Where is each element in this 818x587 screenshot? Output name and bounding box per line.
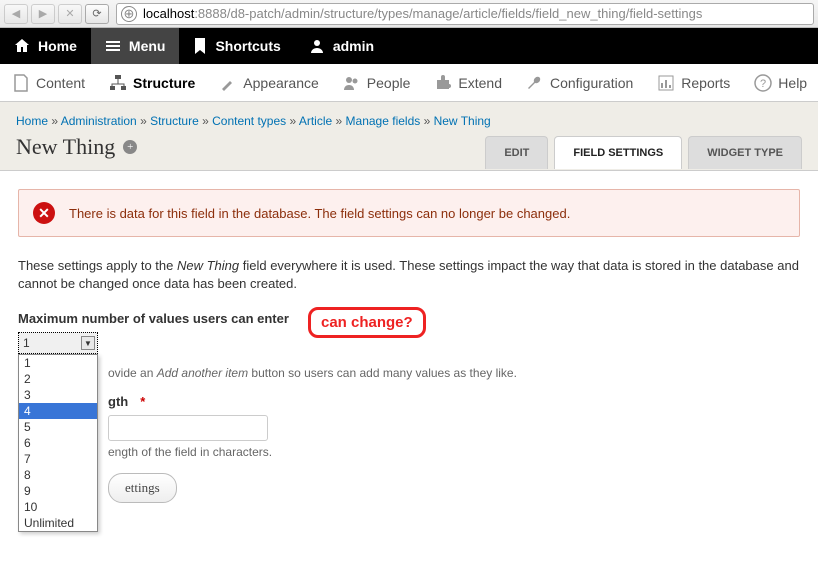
toolbar-user[interactable]: admin — [295, 28, 388, 64]
wrench-icon — [526, 74, 544, 92]
dropdown-option[interactable]: 1 — [19, 355, 97, 371]
error-icon: ✕ — [33, 202, 55, 224]
dropdown-option[interactable]: 6 — [19, 435, 97, 451]
content: ✕ There is data for this field in the da… — [0, 171, 818, 521]
nav-forward-button[interactable]: ▶ — [31, 4, 55, 24]
dropdown-option[interactable]: 8 — [19, 467, 97, 483]
menu-configuration[interactable]: Configuration — [514, 64, 645, 101]
breadcrumb-link[interactable]: New Thing — [434, 114, 491, 128]
toolbar: Home Menu Shortcuts admin — [0, 28, 818, 64]
menu-appearance[interactable]: Appearance — [207, 64, 331, 101]
breadcrumb-link[interactable]: Article — [299, 114, 332, 128]
chevron-down-icon: ▼ — [81, 336, 95, 350]
toolbar-menu[interactable]: Menu — [91, 28, 180, 64]
cardinality-value: 1 — [23, 336, 30, 350]
cardinality-dropdown: 1 2 3 4 5 6 7 8 9 10 Unlimited — [18, 354, 98, 532]
menu-structure[interactable]: Structure — [97, 64, 207, 101]
maxlength-label: gth * — [108, 394, 800, 409]
admin-menu: Content Structure Appearance People Exte… — [0, 64, 818, 102]
error-message: ✕ There is data for this field in the da… — [18, 189, 800, 237]
required-marker: * — [140, 394, 145, 409]
people-icon — [343, 74, 361, 92]
maxlength-input[interactable] — [108, 415, 268, 441]
breadcrumb-link[interactable]: Structure — [150, 114, 199, 128]
cardinality-label: Maximum number of values users can enter… — [18, 311, 800, 326]
dropdown-option[interactable]: 10 — [19, 499, 97, 515]
toolbar-menu-label: Menu — [129, 38, 166, 54]
menu-extend[interactable]: Extend — [422, 64, 514, 101]
url-host: localhost — [143, 6, 194, 21]
menu-content[interactable]: Content — [0, 64, 97, 101]
browser-chrome: ◀ ▶ ✕ ⟳ ⊕ localhost:8888/d8-patch/admin/… — [0, 0, 818, 28]
tabs: EDIT FIELD SETTINGS WIDGET TYPE — [485, 136, 802, 169]
breadcrumb-link[interactable]: Manage fields — [346, 114, 421, 128]
add-shortcut-icon[interactable]: + — [123, 140, 137, 154]
save-settings-button[interactable]: ettings — [108, 473, 177, 503]
url-port: :8888 — [194, 6, 227, 21]
dropdown-option[interactable]: 9 — [19, 483, 97, 499]
nav-stop-button[interactable]: ✕ — [58, 4, 82, 24]
cardinality-select[interactable]: 1 ▼ — [18, 332, 98, 354]
content-icon — [12, 74, 30, 92]
menu-help[interactable]: ?Help — [742, 64, 818, 101]
dropdown-option[interactable]: 7 — [19, 451, 97, 467]
page-title: New Thing + — [16, 134, 137, 170]
maxlength-help: ength of the field in characters. — [108, 445, 800, 459]
error-text: There is data for this field in the data… — [69, 206, 570, 221]
structure-icon — [109, 74, 127, 92]
toolbar-user-label: admin — [333, 38, 374, 54]
breadcrumb: Home » Administration » Structure » Cont… — [16, 114, 802, 128]
extend-icon — [434, 74, 452, 92]
header-region: Home » Administration » Structure » Cont… — [0, 102, 818, 171]
url-path: /d8-patch/admin/structure/types/manage/a… — [227, 6, 702, 21]
toolbar-home[interactable]: Home — [0, 28, 91, 64]
appearance-icon — [219, 74, 237, 92]
nav-back-button[interactable]: ◀ — [4, 4, 28, 24]
nav-reload-button[interactable]: ⟳ — [85, 4, 109, 24]
reports-icon — [657, 74, 675, 92]
dropdown-option[interactable]: 5 — [19, 419, 97, 435]
dropdown-option[interactable]: 4 — [19, 403, 97, 419]
dropdown-option[interactable]: Unlimited — [19, 515, 97, 531]
svg-text:?: ? — [760, 78, 766, 90]
menu-reports[interactable]: Reports — [645, 64, 742, 101]
menu-people[interactable]: People — [331, 64, 423, 101]
settings-description: These settings apply to the New Thing fi… — [18, 257, 800, 293]
toolbar-home-label: Home — [38, 38, 77, 54]
breadcrumb-link[interactable]: Home — [16, 114, 48, 128]
toolbar-shortcuts[interactable]: Shortcuts — [179, 28, 294, 64]
cardinality-help: ovide an Add another item button so user… — [108, 366, 800, 380]
tab-field-settings[interactable]: FIELD SETTINGS — [554, 136, 682, 169]
breadcrumb-link[interactable]: Administration — [61, 114, 137, 128]
dropdown-option[interactable]: 3 — [19, 387, 97, 403]
menu-icon — [105, 38, 121, 54]
home-icon — [14, 38, 30, 54]
globe-icon: ⊕ — [121, 6, 137, 22]
tab-edit[interactable]: EDIT — [485, 136, 548, 169]
bookmark-icon — [193, 38, 207, 54]
user-icon — [309, 38, 325, 54]
breadcrumb-link[interactable]: Content types — [212, 114, 286, 128]
tab-widget-type[interactable]: WIDGET TYPE — [688, 136, 802, 169]
url-bar[interactable]: ⊕ localhost:8888/d8-patch/admin/structur… — [116, 3, 814, 25]
toolbar-shortcuts-label: Shortcuts — [215, 38, 280, 54]
dropdown-option[interactable]: 2 — [19, 371, 97, 387]
help-icon: ? — [754, 74, 772, 92]
